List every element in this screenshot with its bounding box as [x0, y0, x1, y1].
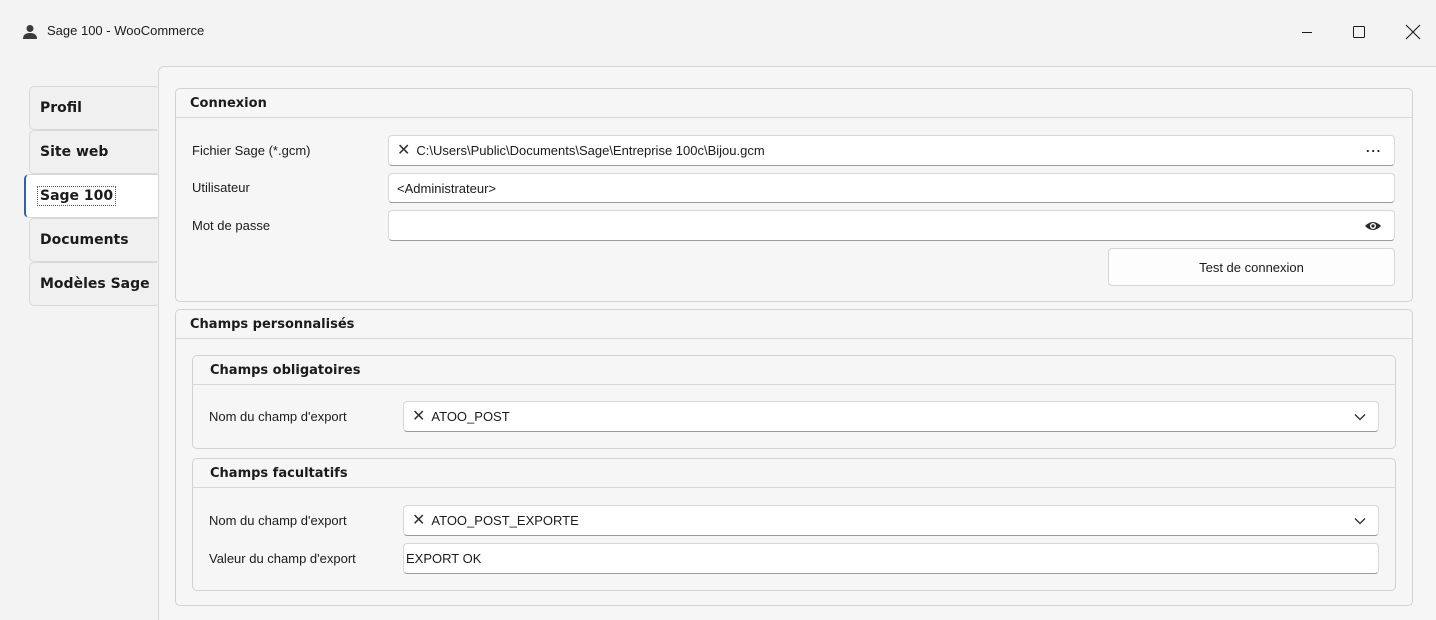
facultatif-nom-select[interactable]: ✕ ATOO_POST_EXPORTE: [403, 505, 1379, 536]
utilisateur-value: <Administrateur>: [397, 180, 496, 196]
clear-icon[interactable]: ✕: [412, 408, 425, 425]
champs-obligatoires-group: Champs obligatoires Nom du champ d'expor…: [192, 355, 1396, 449]
tab-documents[interactable]: Documents: [29, 218, 157, 262]
connexion-title: Connexion: [176, 89, 1412, 118]
facultatif-valeur-label: Valeur du champ d'export: [209, 551, 356, 566]
tab-site-web[interactable]: Site web: [29, 130, 157, 174]
champs-obligatoires-title: Champs obligatoires: [193, 356, 1395, 385]
chevron-down-icon[interactable]: [1354, 413, 1366, 421]
tab-label: Sage 100: [36, 186, 117, 206]
chevron-down-icon[interactable]: [1354, 517, 1366, 525]
tab-profil[interactable]: Profil: [29, 86, 157, 130]
connexion-group: Connexion Fichier Sage (*.gcm) ✕ C:\User…: [175, 88, 1413, 302]
tab-modeles-sage[interactable]: Modèles Sage: [29, 262, 157, 306]
utilisateur-field[interactable]: <Administrateur>: [388, 173, 1395, 203]
fichier-label: Fichier Sage (*.gcm): [192, 143, 311, 158]
test-connexion-button[interactable]: Test de connexion: [1108, 248, 1395, 286]
tab-label: Modèles Sage: [40, 276, 150, 292]
facultatif-valeur-field[interactable]: EXPORT OK: [403, 543, 1379, 574]
minimize-button[interactable]: [1284, 16, 1330, 48]
maximize-icon: [1353, 26, 1365, 38]
tab-sage-100[interactable]: Sage 100: [24, 174, 158, 218]
obligatoire-nom-value: ATOO_POST: [431, 409, 510, 424]
browse-icon[interactable]: ···: [1366, 143, 1382, 158]
clear-icon[interactable]: ✕: [412, 512, 425, 529]
facultatif-nom-value: ATOO_POST_EXPORTE: [431, 513, 579, 528]
obligatoire-nom-label: Nom du champ d'export: [209, 409, 347, 424]
utilisateur-label: Utilisateur: [192, 180, 250, 195]
champs-personnalises-group: Champs personnalisés Champs obligatoires…: [175, 309, 1413, 606]
obligatoire-nom-select[interactable]: ✕ ATOO_POST: [403, 401, 1379, 432]
clear-icon[interactable]: ✕: [397, 142, 410, 159]
close-icon: [1405, 24, 1421, 40]
tab-label: Documents: [40, 232, 129, 248]
content-panel: Connexion Fichier Sage (*.gcm) ✕ C:\User…: [158, 66, 1436, 620]
facultatif-nom-label: Nom du champ d'export: [209, 513, 347, 528]
motdepasse-field[interactable]: [388, 210, 1395, 241]
close-button[interactable]: [1390, 16, 1436, 48]
user-icon: [22, 24, 38, 40]
maximize-button[interactable]: [1336, 16, 1382, 48]
window-title: Sage 100 - WooCommerce: [47, 23, 205, 38]
champs-facultatifs-title: Champs facultatifs: [193, 459, 1395, 488]
tab-label: Site web: [40, 144, 109, 160]
eye-icon[interactable]: [1364, 220, 1382, 232]
fichier-value: C:\Users\Public\Documents\Sage\Entrepris…: [416, 143, 765, 158]
champs-personnalises-title: Champs personnalisés: [176, 310, 1412, 339]
tab-label: Profil: [40, 100, 82, 116]
facultatif-valeur-value: EXPORT OK: [406, 551, 482, 566]
motdepasse-label: Mot de passe: [192, 218, 271, 233]
minimize-icon: [1302, 32, 1312, 33]
champs-facultatifs-group: Champs facultatifs Nom du champ d'export…: [192, 458, 1396, 591]
title-bar: Sage 100 - WooCommerce: [0, 0, 1436, 62]
fichier-sage-field[interactable]: ✕ C:\Users\Public\Documents\Sage\Entrepr…: [388, 135, 1395, 166]
